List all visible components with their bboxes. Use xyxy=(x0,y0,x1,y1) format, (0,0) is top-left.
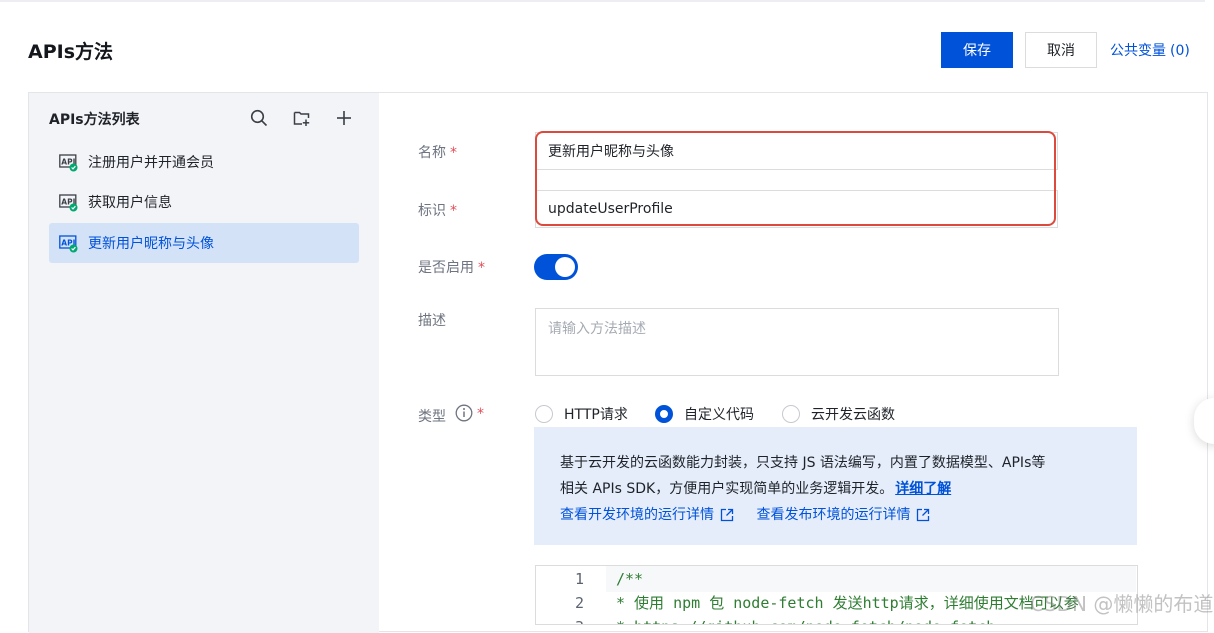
info-icon[interactable] xyxy=(455,404,473,422)
prod-env-details-link[interactable]: 查看发布环境的运行详情 xyxy=(756,502,930,528)
public-variables-count: (0) xyxy=(1170,43,1190,59)
search-icon[interactable] xyxy=(250,109,268,127)
toggle-knob xyxy=(555,257,575,277)
radio-http-request[interactable]: HTTP请求 xyxy=(535,404,628,424)
sidebar-item-label: 注册用户并开通会员 xyxy=(88,155,214,171)
radio-dot xyxy=(535,405,553,423)
description-label: 描述 xyxy=(418,313,446,329)
external-link-icon xyxy=(917,508,930,522)
radio-label: HTTP请求 xyxy=(564,407,628,423)
info-line-1: 基于云开发的云函数能力封装，只支持 JS 语法编写，内置了数据模型、APIs等 xyxy=(560,455,1046,471)
add-icon[interactable] xyxy=(335,109,353,127)
sidebar-item-label: 更新用户昵称与头像 xyxy=(88,236,214,252)
enabled-label: 是否启用 * xyxy=(418,260,485,276)
sidebar-item-update-profile[interactable]: API 更新用户昵称与头像 xyxy=(49,223,359,263)
radio-label: 云开发云函数 xyxy=(811,407,895,423)
cancel-button[interactable]: 取消 xyxy=(1025,32,1097,68)
sidebar: APIs方法列表 API 注册用户并开通会员 API 获取用户信息 API 更新… xyxy=(29,93,379,633)
env-links: 查看开发环境的运行详情 查看发布环境的运行详情 xyxy=(560,502,1111,528)
type-info-box: 基于云开发的云函数能力封装，只支持 JS 语法编写，内置了数据模型、APIs等 … xyxy=(534,427,1137,545)
type-required-mark: * xyxy=(477,406,484,422)
radio-dot xyxy=(655,405,673,423)
watermark: CSDN @懒懒的布道师 xyxy=(1030,592,1214,616)
learn-more-link[interactable]: 详细了解 xyxy=(895,481,951,497)
type-label: 类型 xyxy=(418,409,446,425)
name-input[interactable]: 更新用户昵称与头像 xyxy=(535,132,1058,170)
save-button[interactable]: 保存 xyxy=(941,32,1013,68)
dev-env-details-link[interactable]: 查看开发环境的运行详情 xyxy=(560,502,734,528)
external-link-icon xyxy=(720,508,734,522)
radio-dot xyxy=(782,405,800,423)
top-divider xyxy=(0,0,1205,2)
radio-custom-code[interactable]: 自定义代码 xyxy=(655,404,754,424)
sidebar-item-register-user[interactable]: API 注册用户并开通会员 xyxy=(49,142,359,182)
radio-cloud-function[interactable]: 云开发云函数 xyxy=(782,404,895,424)
api-method-icon: API xyxy=(59,193,78,211)
name-label: 名称 * xyxy=(418,145,457,161)
api-method-icon: API xyxy=(59,153,78,171)
sidebar-title: APIs方法列表 xyxy=(49,112,140,128)
identifier-input[interactable]: updateUserProfile xyxy=(535,190,1058,228)
new-folder-icon[interactable] xyxy=(293,109,311,127)
sidebar-item-label: 获取用户信息 xyxy=(88,195,172,211)
radio-label: 自定义代码 xyxy=(684,407,754,423)
page-title: APIs方法 xyxy=(28,41,114,63)
enabled-toggle[interactable] xyxy=(534,254,578,280)
description-textarea[interactable]: 请输入方法描述 xyxy=(535,308,1059,376)
public-variables-link[interactable]: 公共变量 (0) xyxy=(1110,40,1190,60)
sidebar-item-get-user-info[interactable]: API 获取用户信息 xyxy=(49,182,359,222)
info-line-2: 相关 APIs SDK，方便用户实现简单的业务逻辑开发。 详细了解 xyxy=(560,481,952,497)
identifier-label: 标识 * xyxy=(418,203,457,219)
api-method-icon: API xyxy=(59,234,78,252)
public-variables-label: 公共变量 xyxy=(1110,43,1166,59)
